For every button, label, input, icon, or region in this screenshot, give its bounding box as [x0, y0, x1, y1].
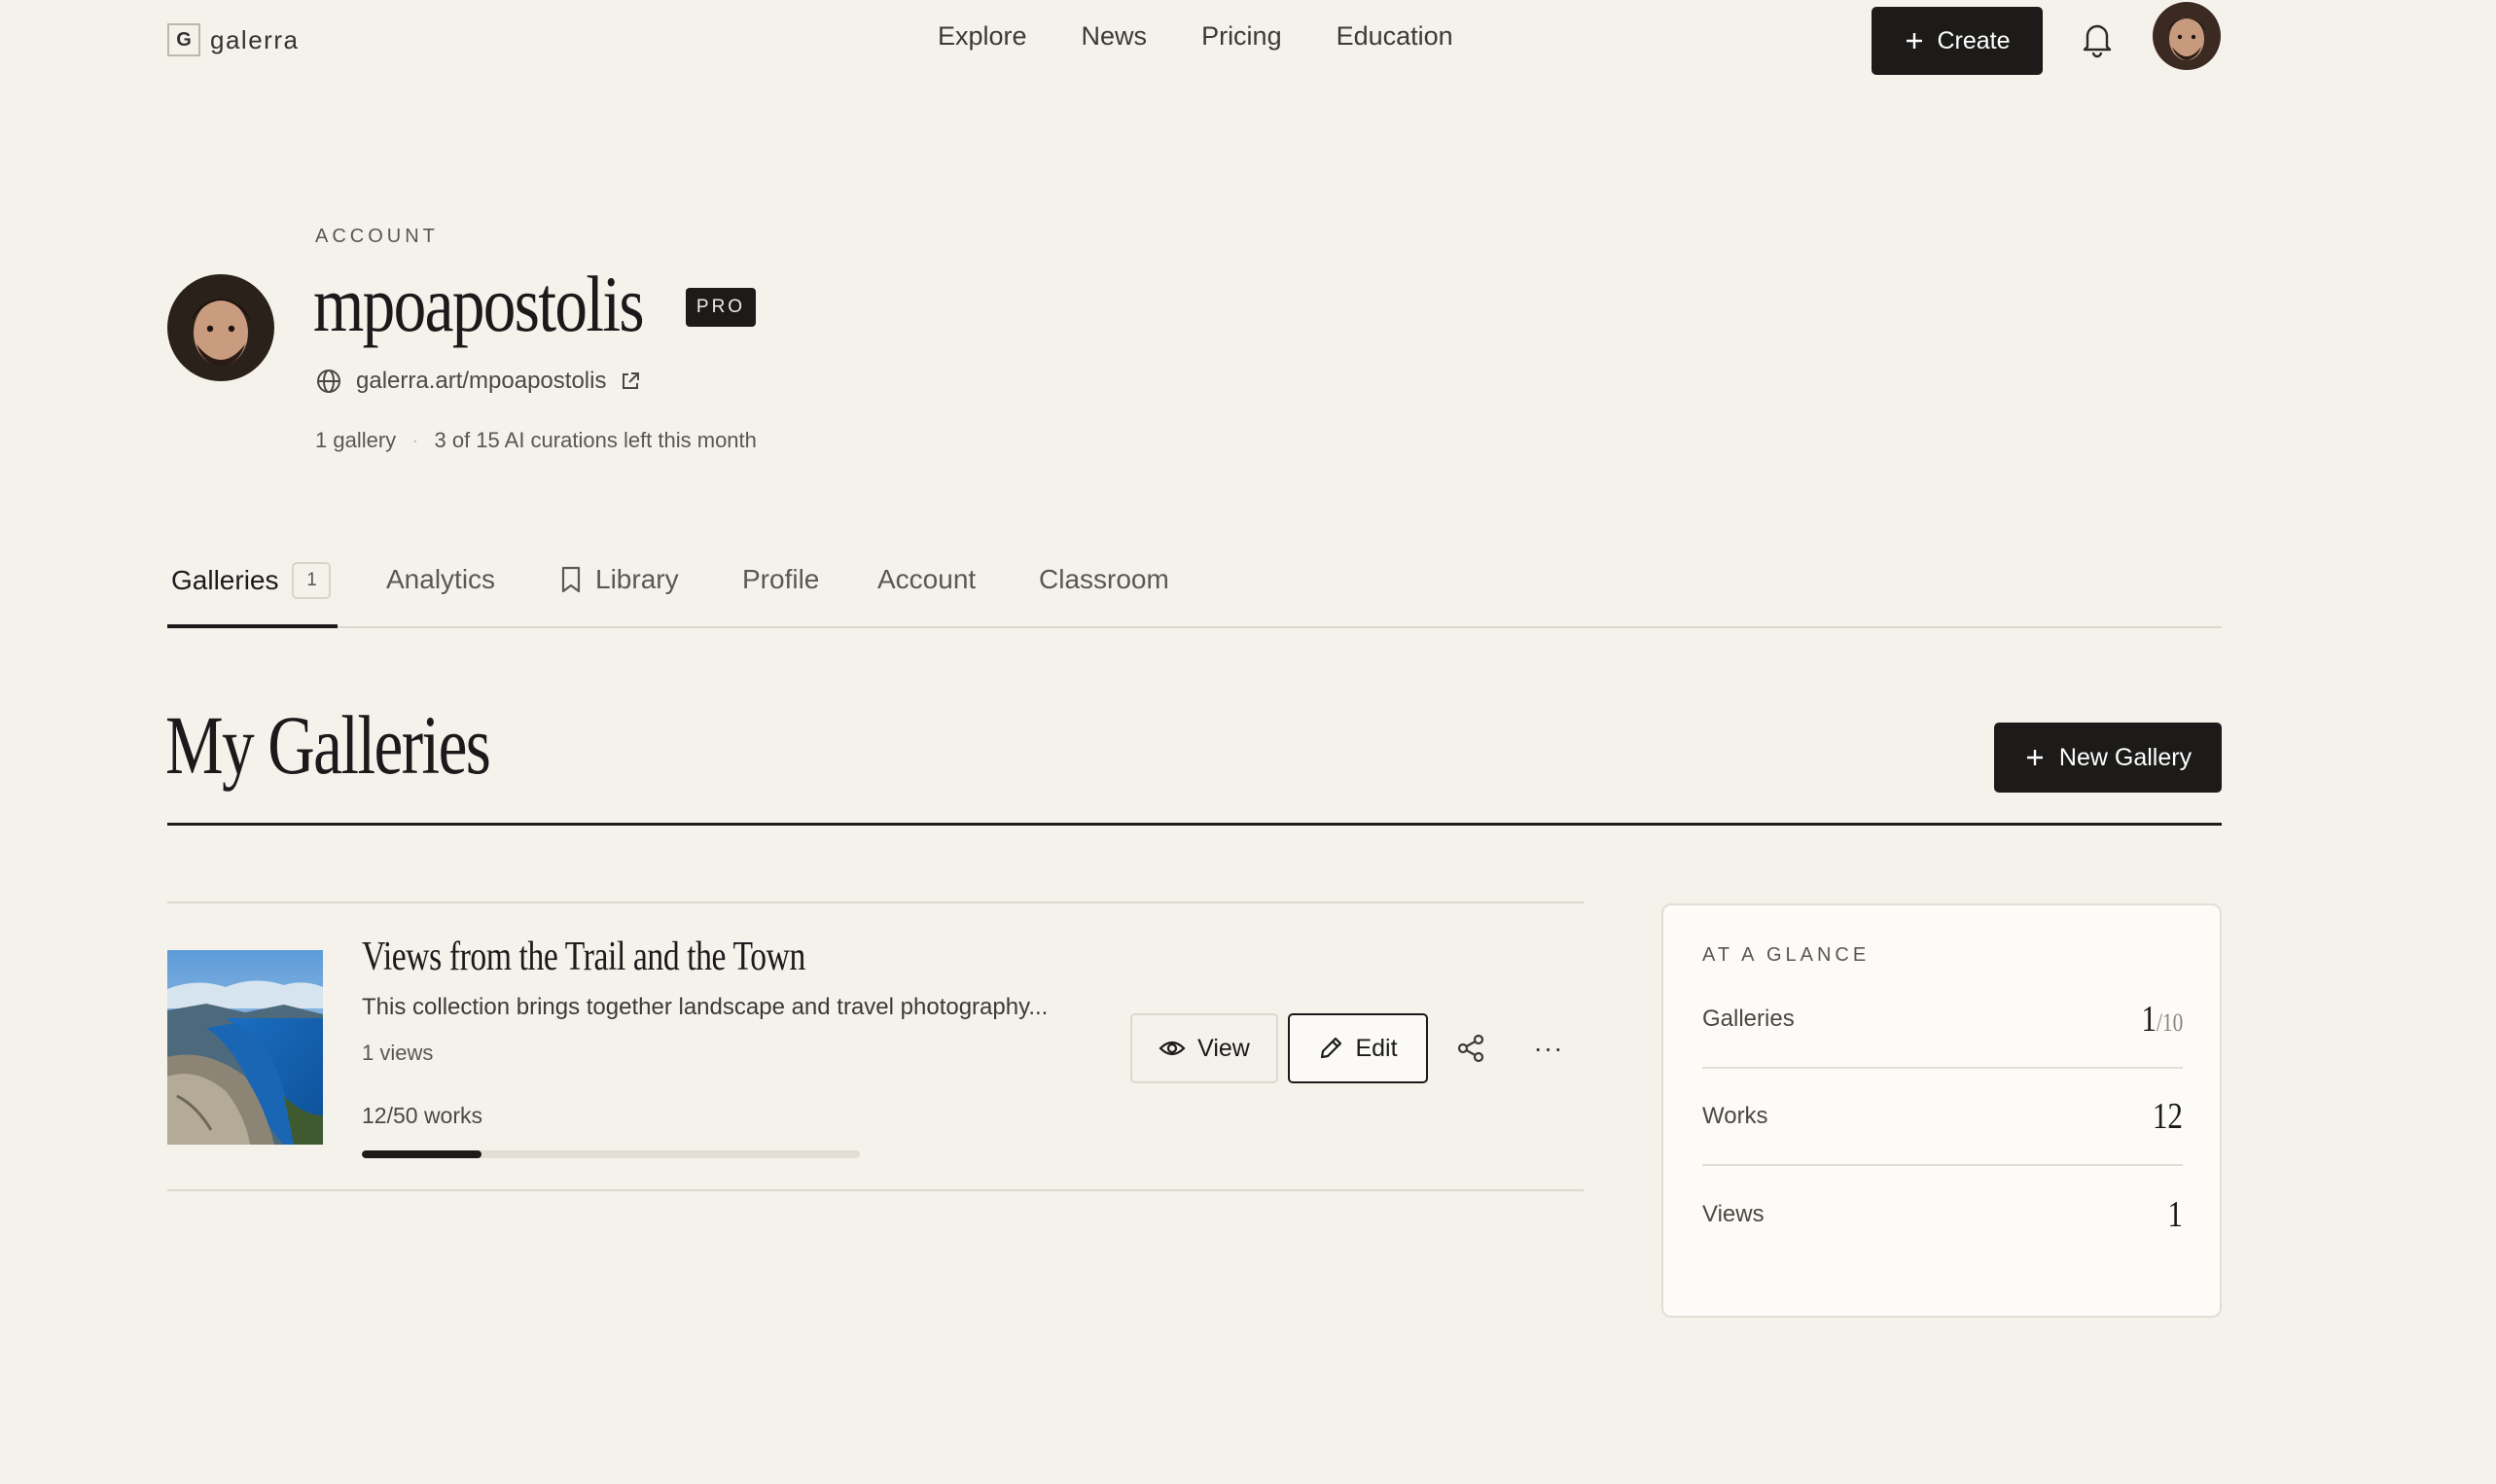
glance-views-label: Views — [1702, 1201, 1765, 1227]
pro-badge: PRO — [686, 288, 756, 327]
gallery-description: This collection brings together landscap… — [362, 994, 1049, 1020]
user-avatar-menu[interactable] — [2153, 2, 2221, 70]
tab-library[interactable]: Library — [560, 564, 679, 595]
glance-works-value: 12 — [2152, 1096, 2183, 1137]
gallery-title[interactable]: Views from the Trail and the Town — [362, 934, 805, 980]
tab-galleries[interactable]: Galleries 1 — [171, 562, 332, 599]
profile-avatar — [167, 274, 274, 381]
view-gallery-button[interactable]: View — [1130, 1013, 1278, 1083]
glance-galleries-label: Galleries — [1702, 1006, 1795, 1032]
tab-library-label: Library — [595, 564, 679, 594]
bookmark-icon — [561, 566, 581, 593]
glance-row-views: Views 1 — [1702, 1166, 2183, 1263]
account-tabs: Galleries 1 Analytics Library Profile Ac… — [167, 550, 2222, 628]
new-gallery-button-label: New Gallery — [2058, 743, 2193, 771]
profile-username: mpoapostolis — [313, 260, 645, 348]
account-kicker: ACCOUNT — [315, 226, 439, 247]
glance-views-value: 1 — [2167, 1194, 2183, 1235]
tab-profile[interactable]: Profile — [742, 564, 819, 595]
glance-galleries-number: 1 — [2141, 999, 2157, 1040]
list-divider — [167, 901, 1584, 903]
plus-icon — [2026, 750, 2043, 765]
nav-link-education[interactable]: Education — [1337, 21, 1453, 52]
logo-mark-icon: G — [167, 23, 200, 56]
at-a-glance-card: AT A GLANCE Galleries 1/10 Works 12 View… — [1661, 903, 2222, 1318]
new-gallery-button[interactable]: New Gallery — [1994, 723, 2222, 793]
edit-button-label: Edit — [1355, 1034, 1398, 1062]
glance-works-label: Works — [1702, 1103, 1768, 1129]
main-nav: Explore News Pricing Education — [938, 21, 1453, 52]
external-link-icon — [623, 372, 640, 389]
list-divider — [167, 1189, 1584, 1191]
nav-link-explore[interactable]: Explore — [938, 21, 1027, 52]
section-divider — [167, 823, 2222, 826]
gallery-works-count: 12/50 works — [362, 1103, 483, 1128]
glance-title: AT A GLANCE — [1702, 944, 1871, 966]
gallery-views: 1 views — [362, 1041, 434, 1065]
nav-link-pricing[interactable]: Pricing — [1201, 21, 1282, 52]
glance-galleries-value: 1/10 — [2141, 998, 2183, 1041]
account-meta: 1 gallery · 3 of 15 AI curations left th… — [315, 428, 757, 453]
gallery-count-text: 1 gallery — [315, 428, 397, 452]
eye-icon — [1159, 1041, 1186, 1056]
tab-analytics-label: Analytics — [386, 564, 496, 594]
notifications-bell-icon[interactable] — [2080, 19, 2115, 58]
tab-profile-label: Profile — [742, 564, 820, 594]
globe-icon — [317, 370, 340, 393]
tab-account[interactable]: Account — [877, 564, 976, 595]
galleries-count-badge: 1 — [292, 562, 332, 599]
share-icon[interactable] — [1453, 1031, 1488, 1066]
tab-classroom-label: Classroom — [1039, 564, 1169, 594]
view-button-label: View — [1197, 1034, 1250, 1062]
tab-account-label: Account — [877, 564, 977, 594]
create-button-label: Create — [1937, 26, 2011, 54]
meta-separator: · — [411, 428, 419, 452]
tab-classroom[interactable]: Classroom — [1039, 564, 1169, 595]
create-button[interactable]: Create — [1872, 7, 2043, 75]
top-navigation: G galerra Explore News Pricing Education… — [0, 0, 2496, 80]
glance-galleries-limit: /10 — [2156, 1008, 2183, 1037]
profile-url-link[interactable]: galerra.art/mpoapostolis — [315, 368, 641, 395]
profile-url-text: galerra.art/mpoapostolis — [356, 368, 607, 394]
works-progress-bar — [362, 1150, 860, 1158]
tab-galleries-label: Galleries — [171, 565, 279, 595]
brand-name: galerra — [210, 24, 300, 54]
section-title: My Galleries — [165, 698, 491, 792]
pencil-icon — [1321, 1037, 1342, 1059]
gallery-thumbnail[interactable] — [167, 950, 323, 1145]
glance-row-galleries: Galleries 1/10 — [1702, 972, 2183, 1069]
works-progress-fill — [362, 1150, 481, 1158]
curations-left-text: 3 of 15 AI curations left this month — [434, 428, 757, 452]
edit-gallery-button[interactable]: Edit — [1288, 1013, 1428, 1083]
more-options-icon[interactable]: ··· — [1531, 1031, 1566, 1066]
brand-logo[interactable]: G galerra — [167, 23, 299, 56]
tab-analytics[interactable]: Analytics — [386, 564, 495, 595]
glance-row-works: Works 12 — [1702, 1069, 2183, 1166]
avatar-photo — [2153, 2, 2221, 70]
active-tab-indicator — [167, 624, 338, 628]
nav-link-news[interactable]: News — [1082, 21, 1148, 52]
plus-icon — [1907, 33, 1923, 49]
